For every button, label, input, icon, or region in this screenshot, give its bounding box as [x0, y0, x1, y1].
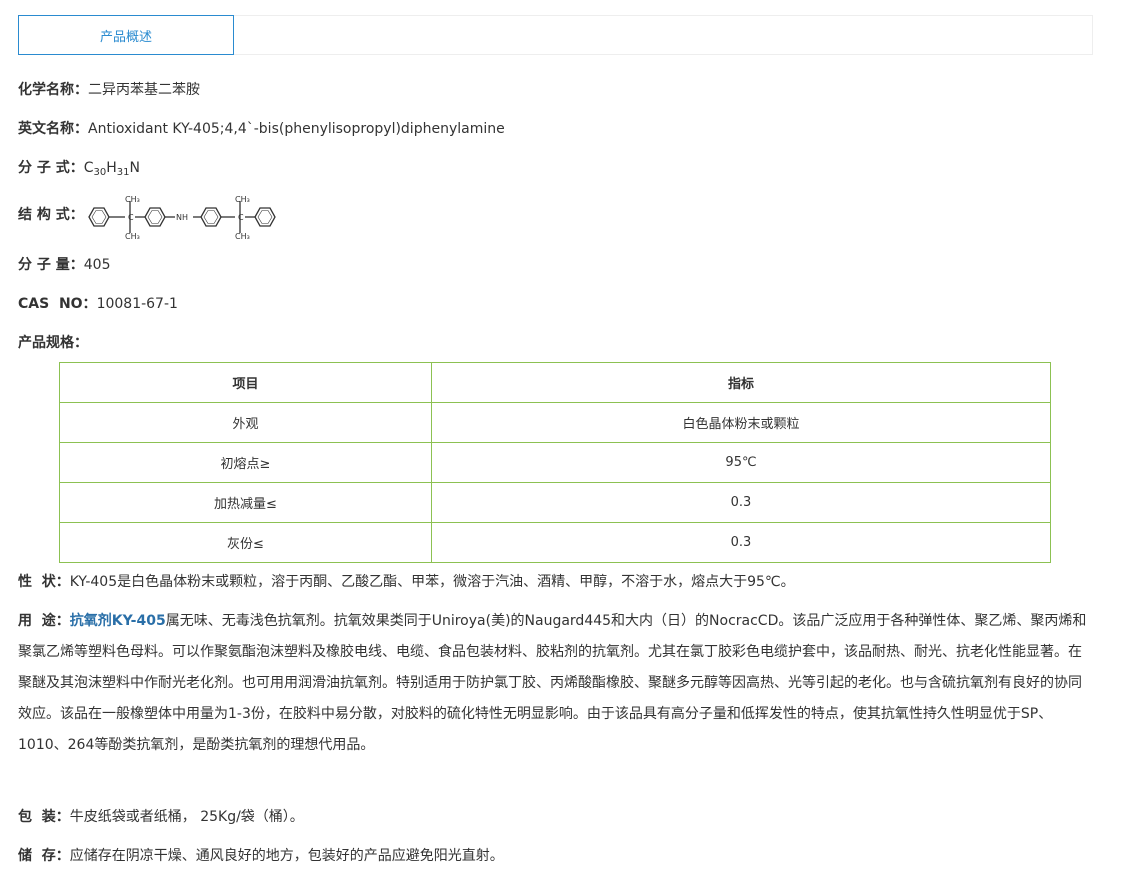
- table-cell: 白色晶体粉末或颗粒: [431, 402, 1051, 443]
- svg-text:C: C: [128, 213, 134, 222]
- table-row: 初熔点≥ 95℃: [59, 442, 1051, 483]
- usage-label: 用 途：: [18, 613, 70, 629]
- structure-label: 结 构 式：: [18, 207, 84, 223]
- table-row: 灰份≤ 0.3: [59, 522, 1051, 563]
- table-cell: 加热减量≤: [59, 482, 432, 523]
- usage-paragraph: 用 途：抗氧剂KY-405属无味、无毒浅色抗氧剂。抗氧效果类同于Uniroya(…: [18, 606, 1093, 761]
- eng-name-row: 英文名称：Antioxidant KY-405;4,4`-bis(phenyli…: [18, 119, 505, 139]
- mw-row: 分 子 量：405: [18, 255, 110, 275]
- structure-row: 结 构 式：: [18, 205, 84, 225]
- cas-value: 10081-67-1: [96, 296, 178, 312]
- storage-label: 储 存：: [18, 848, 70, 864]
- storage-value: 应储存在阴凉干燥、通风良好的地方，包装好的产品应避免阳光直射。: [69, 848, 504, 864]
- usage-text: 属无味、无毒浅色抗氧剂。抗氧效果类同于Uniroya(美)的Naugard445…: [18, 613, 1087, 753]
- formula-value: C30H31N: [83, 160, 141, 178]
- packaging-label: 包 装：: [18, 809, 70, 825]
- cas-label: CAS NO：: [18, 296, 97, 312]
- chem-name-value: 二异丙苯基二苯胺: [88, 82, 200, 98]
- table-cell: 外观: [59, 402, 432, 443]
- formula-row: 分 子 式：C30H31N: [18, 158, 140, 178]
- svg-text:CH₃: CH₃: [125, 232, 140, 241]
- spec-row: 产品规格：: [18, 333, 88, 353]
- chem-name-row: 化学名称：二异丙苯基二苯胺: [18, 80, 200, 100]
- packaging-value: 牛皮纸袋或者纸桶， 25Kg/袋（桶）。: [69, 809, 304, 825]
- svg-text:CH₃: CH₃: [235, 232, 250, 241]
- eng-name-label: 英文名称：: [18, 121, 88, 137]
- svg-text:CH₃: CH₃: [125, 195, 140, 204]
- table-cell: 灰份≤: [59, 522, 432, 563]
- storage-paragraph: 储 存：应储存在阴凉干燥、通风良好的地方，包装好的产品应避免阳光直射。: [18, 841, 1093, 872]
- properties-value: KY-405是白色晶体粉末或颗粒，溶于丙酮、乙酸乙酯、甲苯，微溶于汽油、酒精、甲…: [69, 574, 795, 590]
- svg-text:CH₃: CH₃: [235, 195, 250, 204]
- cas-row: CAS NO：10081-67-1: [18, 294, 178, 314]
- table-header-spec: 指标: [431, 362, 1051, 403]
- packaging-paragraph: 包 装：牛皮纸袋或者纸桶， 25Kg/袋（桶）。: [18, 802, 1093, 833]
- svg-text:C: C: [238, 213, 244, 222]
- chem-name-label: 化学名称：: [18, 82, 88, 98]
- table-cell: 0.3: [431, 482, 1051, 523]
- tab-bar: 产品概述: [18, 15, 1093, 55]
- table-row: 加热减量≤ 0.3: [59, 482, 1051, 523]
- spec-table: 项目 指标 外观 白色晶体粉末或颗粒 初熔点≥ 95℃ 加热减量≤ 0.3 灰份…: [59, 362, 1051, 563]
- structure-formula-image: C CH₃ CH₃ NH C CH₃ CH₃: [88, 195, 276, 241]
- table-cell: 初熔点≥: [59, 442, 432, 483]
- mw-value: 405: [83, 257, 111, 273]
- svg-text:NH: NH: [176, 213, 188, 222]
- properties-label: 性 状：: [18, 574, 70, 590]
- table-cell: 0.3: [431, 522, 1051, 563]
- table-row: 外观 白色晶体粉末或颗粒: [59, 402, 1051, 443]
- table-header-item: 项目: [59, 362, 432, 403]
- spec-label: 产品规格：: [18, 335, 88, 351]
- properties-paragraph: 性 状：KY-405是白色晶体粉末或颗粒，溶于丙酮、乙酸乙酯、甲苯，微溶于汽油、…: [18, 567, 1093, 598]
- tab-product-overview[interactable]: 产品概述: [18, 15, 234, 55]
- table-header-row: 项目 指标: [59, 362, 1051, 403]
- mw-label: 分 子 量：: [18, 257, 84, 273]
- antioxidant-link[interactable]: 抗氧剂KY-405: [70, 613, 166, 629]
- formula-label: 分 子 式：: [18, 160, 84, 176]
- table-cell: 95℃: [431, 442, 1051, 483]
- eng-name-value: Antioxidant KY-405;4,4`-bis(phenylisopro…: [88, 121, 505, 137]
